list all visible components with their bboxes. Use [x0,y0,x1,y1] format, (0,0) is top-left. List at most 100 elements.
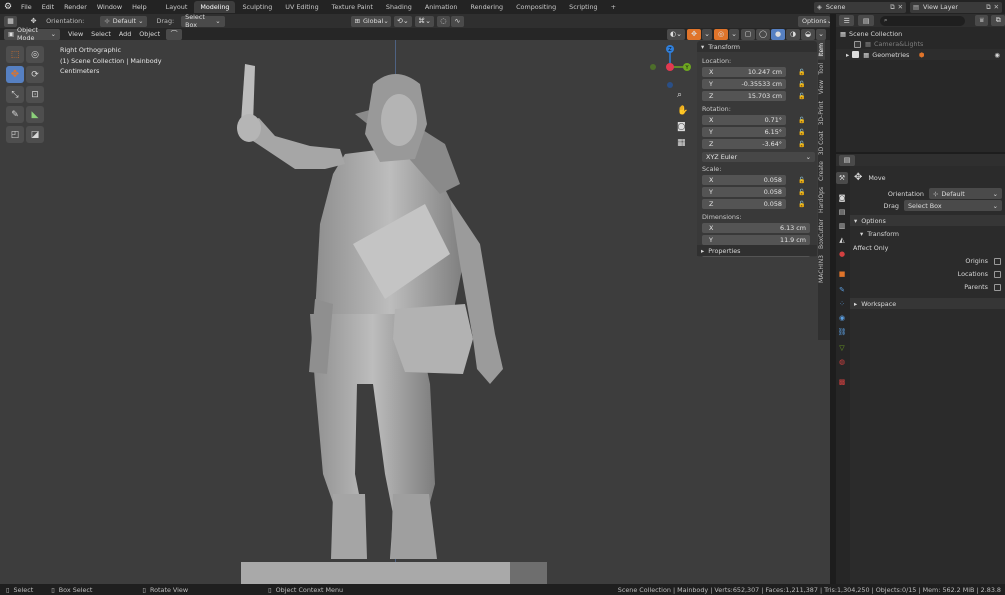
properties-editor-icon[interactable]: ▤ [839,154,855,166]
pan-hand-icon[interactable]: ✋ [677,106,689,118]
data-tab[interactable]: ▽ [836,342,848,354]
sidebar-tab-hardops[interactable]: HardOps [818,184,825,216]
physics-tab[interactable]: ◉ [836,312,848,324]
show-gizmo-icon[interactable]: ✥ [687,28,701,40]
view-menu[interactable]: View [68,30,83,38]
lock-icon[interactable]: 🔓 [798,81,805,88]
object-menu[interactable]: Object [139,30,160,38]
lock-icon[interactable]: 🔓 [798,129,805,136]
add-cube-tool[interactable]: ◰ [6,126,24,143]
menu-edit[interactable]: Edit [37,0,59,14]
include-checkbox[interactable] [852,51,860,58]
locations-row[interactable]: Locations [854,270,1001,278]
view-layer-selector[interactable]: ▤ View Layer ⧉ ✕ [910,1,1002,13]
output-tab[interactable]: ▤ [836,206,848,218]
transform-subpanel-header[interactable]: ▾ Transform [850,228,1005,239]
view-layer-tab[interactable]: ▥ [836,220,848,232]
properties-panel-header[interactable]: ▸ Properties [697,245,817,256]
gizmo-dropdown-icon[interactable]: ⌄ [702,28,712,40]
drag-dropdown[interactable]: Select Box ⌄ [904,200,1002,211]
outliner-editor-icon[interactable]: ☰ [839,15,855,26]
visibility-eye-icon[interactable]: ◉ [994,51,1000,59]
drag-dropdown[interactable]: Select Box ⌄ [181,13,225,29]
lock-icon[interactable]: 🔓 [798,93,805,100]
rotation-y-field[interactable]: Y 6.15° [702,127,786,137]
scale-y-field[interactable]: Y 0.058 [702,187,786,197]
parents-checkbox[interactable] [994,283,1001,291]
outliner-item-geometries[interactable]: ▸ ▦ Geometries ⬢ ◉ [836,49,1005,60]
proportional-edit-icon[interactable]: ◌ [436,15,450,27]
rendered-shading-icon[interactable]: ◒ [801,28,815,40]
shading-dropdown-icon[interactable]: ⌄ [816,28,826,40]
dimensions-x-field[interactable]: X 6.13 cm [702,223,810,233]
particles-tab[interactable]: ⁘ [836,298,848,310]
bevel-tool[interactable]: ◪ [26,126,44,143]
outliner-item-camera-lights[interactable]: ▦ Camera&Lights [836,39,1005,49]
location-z-field[interactable]: Z 15.703 cm [702,91,786,101]
new-layer-icon[interactable]: ⧉ [986,3,991,12]
sidebar-tab-machin3[interactable]: MACHIN3 [818,252,825,286]
texture-tab[interactable]: ▩ [836,376,848,388]
tab-shading[interactable]: Shading [380,1,418,13]
options-dropdown[interactable]: Options ⌄ [797,15,832,27]
close-icon[interactable]: ✕ [898,3,903,11]
menu-file[interactable]: File [16,0,37,14]
scale-x-field[interactable]: X 0.058 [702,175,786,185]
constraints-tab[interactable]: ⛓ [836,326,848,338]
tab-modeling[interactable]: Modeling [194,1,236,13]
blender-logo-icon[interactable]: ⚙ [0,0,16,14]
workspace-panel-header[interactable]: ▸ Workspace [850,298,1005,309]
object-mode-dropdown[interactable]: ▣ Object Mode ⌄ [4,26,60,42]
rotation-z-field[interactable]: Z -3.64° [702,139,786,149]
camera-view-icon[interactable]: ◙ [677,122,689,134]
lock-icon[interactable]: 🔓 [798,141,805,148]
rotate-tool[interactable]: ⟳ [26,66,44,83]
new-collection-icon[interactable]: ⧉ [991,15,1005,26]
dimensions-y-field[interactable]: Y 11.9 cm [702,235,810,245]
measure-tool[interactable]: ◣ [26,106,44,123]
location-x-field[interactable]: X 10.247 cm [702,67,786,77]
tab-uv-editing[interactable]: UV Editing [279,1,324,13]
options-panel-header[interactable]: ▾ Options [850,215,1005,226]
tab-rendering[interactable]: Rendering [464,1,509,13]
transform-tool[interactable]: ⊡ [26,86,44,103]
menu-window[interactable]: Window [92,0,127,14]
display-mode-icon[interactable]: ▤ [858,15,874,26]
lock-icon[interactable]: 🔓 [798,177,805,184]
locations-checkbox[interactable] [994,270,1001,278]
overlays-icon[interactable]: ◎ [714,28,728,40]
sidebar-tab-tool[interactable]: Tool [818,60,825,78]
add-workspace-button[interactable]: + [605,1,622,13]
wireframe-shading-icon[interactable]: ◯ [756,28,770,40]
origins-checkbox[interactable] [994,257,1001,265]
tab-animation[interactable]: Animation [419,1,464,13]
sidebar-tab-item[interactable]: Item [818,40,825,60]
3d-viewport[interactable]: Right Orthographic (1) Scene Collection … [0,40,830,584]
sidebar-tab-boxcutter[interactable]: BoxCutter [818,216,825,252]
tab-compositing[interactable]: Compositing [510,1,562,13]
rotation-mode-dropdown[interactable]: XYZ Euler ⌄ [702,152,815,162]
menu-render[interactable]: Render [59,0,92,14]
sidebar-tab-view[interactable]: View [818,77,825,97]
material-shading-icon[interactable]: ◑ [786,28,800,40]
close-icon[interactable]: ✕ [994,3,999,11]
navigation-gizmo[interactable]: Z Y [646,42,696,92]
tab-layout[interactable]: Layout [160,1,194,13]
pivot-point-icon[interactable]: ⟲⌄ [393,15,413,27]
xray-icon[interactable]: ▢ [741,28,755,40]
sidebar-tab-create[interactable]: Create [818,158,825,184]
lock-icon[interactable]: 🔓 [798,189,805,196]
origins-row[interactable]: Origins [854,257,1001,265]
exclude-checkbox[interactable] [854,40,861,48]
outliner-root[interactable]: ▦ Scene Collection [836,29,1005,39]
annotate-tool[interactable]: ✎ [6,106,24,123]
lock-icon[interactable]: 🔓 [798,69,805,76]
sidebar-tab-3d-coat[interactable]: 3D Coat [818,128,825,158]
tool-tab[interactable]: ⚒ [836,172,848,184]
sculpt-figure[interactable] [215,54,555,584]
move-tool[interactable]: ✥ [6,66,24,83]
lock-icon[interactable]: 🔓 [798,201,805,208]
tab-sculpting[interactable]: Sculpting [236,1,278,13]
render-tab[interactable]: ◙ [836,192,848,204]
scale-z-field[interactable]: Z 0.058 [702,199,786,209]
